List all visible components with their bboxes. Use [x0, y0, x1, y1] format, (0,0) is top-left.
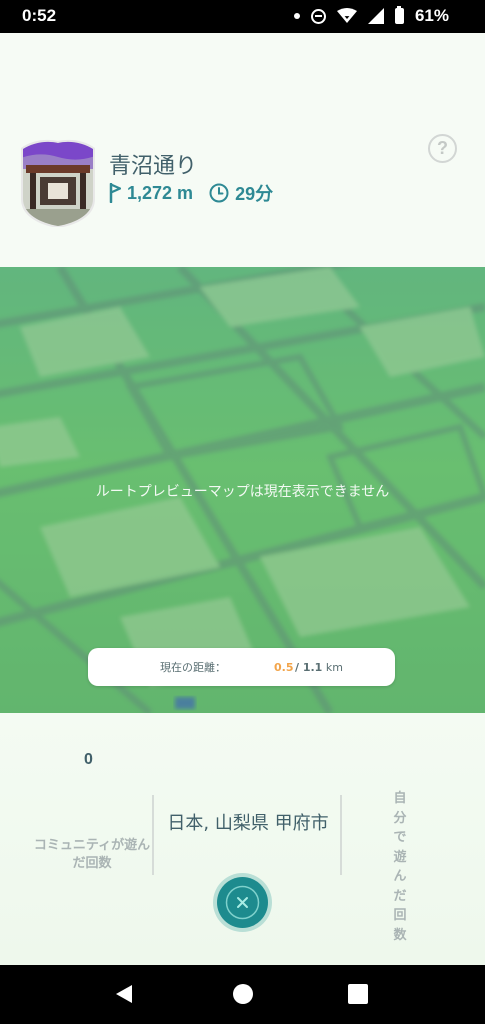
route-title: 青沼通り	[109, 154, 198, 179]
distance-total-value: / 1.1	[295, 660, 323, 674]
close-button[interactable]	[213, 873, 272, 932]
distance-total: / 1.1 km	[295, 661, 343, 674]
current-distance-pill: 現在の距離： 0.5 / 1.1 km	[88, 648, 395, 686]
map-unavailable-message: ルートプレビューマップは現在表示できません	[95, 484, 390, 500]
route-stats-panel: 0 コミュニティが遊んだ回数 日本, 山梨県 甲府市 自分で遊んだ回数	[0, 713, 485, 965]
close-icon	[225, 885, 260, 920]
community-play-label: コミュニティが遊んだ回数	[33, 838, 151, 871]
distance-label: 現在の距離：	[160, 661, 226, 674]
route-location: 日本, 山梨県 甲府市	[167, 813, 329, 834]
battery-icon	[394, 6, 404, 24]
route-distance: 1,272 m	[109, 183, 193, 204]
divider-left	[152, 795, 154, 875]
home-icon[interactable]	[233, 984, 253, 1004]
status-icons: 61%	[293, 6, 449, 26]
route-distance-value: 1,272 m	[127, 182, 194, 203]
self-play-label: 自分で遊んだ回数	[393, 791, 407, 943]
distance-unit: km	[325, 660, 343, 674]
recents-icon[interactable]	[348, 984, 368, 1004]
dnd-icon	[310, 8, 326, 24]
route-duration-value: 29分	[235, 184, 274, 204]
route-stats: 1,272 m 29分	[109, 180, 273, 206]
signal-icon	[367, 8, 384, 24]
wifi-icon	[336, 8, 357, 23]
divider-right	[340, 795, 342, 875]
status-time: 0:52	[22, 6, 57, 25]
back-icon[interactable]	[114, 984, 134, 1004]
notification-dot-icon	[293, 13, 300, 19]
route-map[interactable]: ルートプレビューマップは現在表示できません 現在の距離： 0.5 / 1.1 k…	[0, 267, 485, 713]
distance-current: 0.5	[274, 660, 294, 674]
help-icon[interactable]: ?	[428, 134, 457, 163]
clock-icon	[209, 183, 229, 203]
flag-icon	[109, 183, 121, 203]
status-bar: 0:52 61%	[0, 0, 485, 33]
battery-percent: 61%	[414, 6, 449, 25]
community-play-count: 0	[84, 751, 93, 768]
route-duration: 29分	[209, 180, 273, 206]
route-badge-icon[interactable]	[18, 139, 98, 227]
system-nav-bar	[0, 965, 485, 1024]
